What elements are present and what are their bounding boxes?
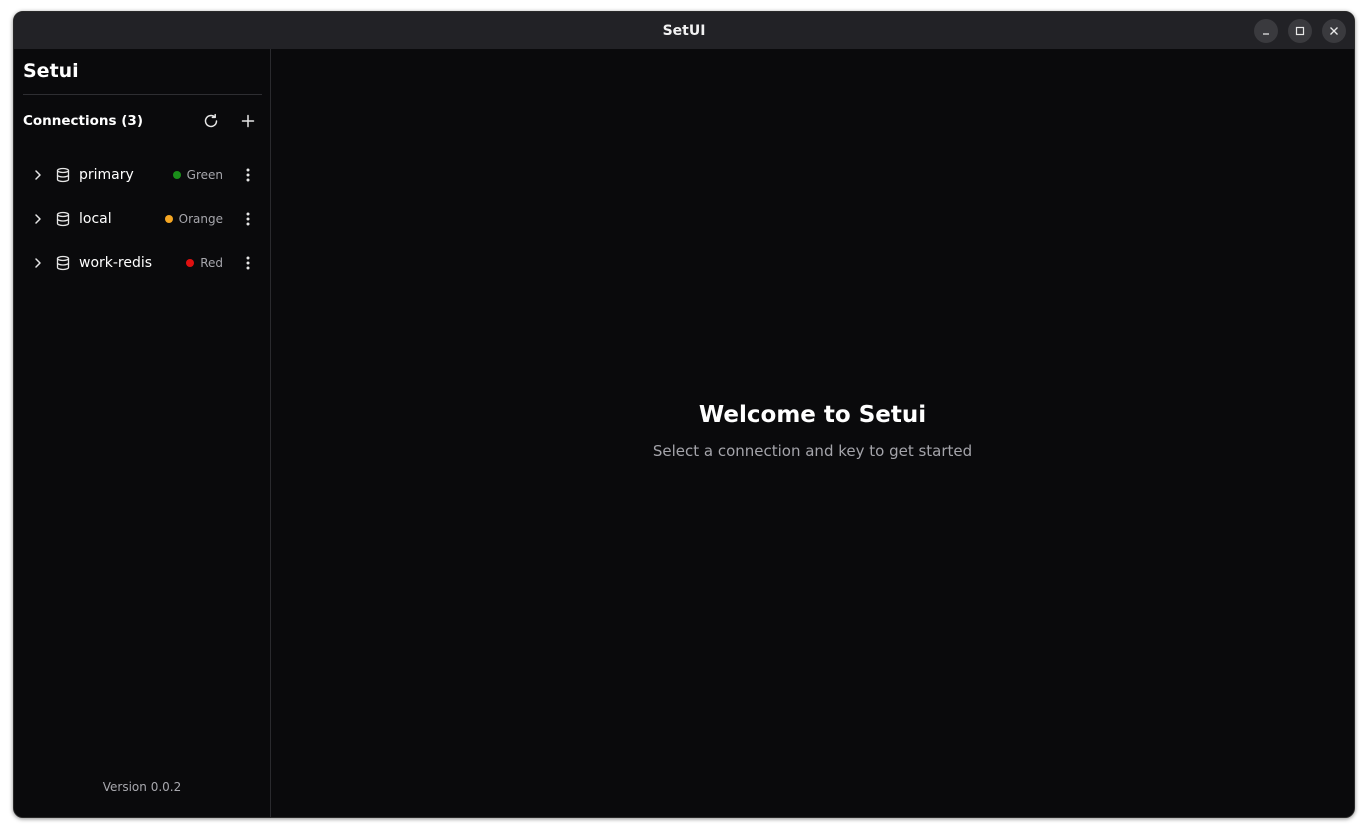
connection-item-local[interactable]: local Orange <box>23 197 262 241</box>
connection-color-tag: Orange <box>164 212 223 226</box>
minimize-button[interactable] <box>1254 19 1278 43</box>
connection-item-primary[interactable]: primary Green <box>23 153 262 197</box>
close-button[interactable] <box>1322 19 1346 43</box>
refresh-icon <box>204 113 218 128</box>
window-title: SetUI <box>662 22 706 39</box>
connection-tag-label: Green <box>186 168 223 182</box>
connection-name: primary <box>79 167 134 183</box>
sidebar-divider <box>23 94 262 95</box>
connections-label: Connections (3) <box>23 113 143 129</box>
status-dot <box>164 215 173 223</box>
more-vertical-icon <box>246 168 250 182</box>
connection-name: work-redis <box>79 255 153 271</box>
connection-color-tag: Red <box>186 256 223 270</box>
version-label: Version 0.0.2 <box>102 780 182 794</box>
chevron-right-icon[interactable] <box>32 213 44 225</box>
window-controls <box>1254 19 1346 43</box>
connection-list: primary Green local Orange work-redis Re… <box>23 153 262 285</box>
app-brand: Setui <box>23 60 79 82</box>
add-connection-button[interactable] <box>234 107 262 135</box>
plus-icon <box>241 114 255 128</box>
chevron-right-icon[interactable] <box>32 169 44 181</box>
title-bar[interactable]: SetUI <box>14 12 1354 50</box>
more-vertical-icon <box>246 212 250 226</box>
refresh-connections-button[interactable] <box>197 107 225 135</box>
minimize-icon <box>1263 33 1269 35</box>
main-panel: Welcome to Setui Select a connection and… <box>271 49 1354 817</box>
welcome-subtitle: Select a connection and key to get start… <box>652 442 973 460</box>
database-icon <box>55 255 71 271</box>
more-options-button[interactable] <box>239 251 257 275</box>
status-dot <box>172 171 181 179</box>
connection-name: local <box>79 211 112 227</box>
chevron-right-icon[interactable] <box>32 257 44 269</box>
maximize-icon <box>1295 26 1305 36</box>
connection-color-tag: Green <box>172 168 223 182</box>
more-options-button[interactable] <box>239 163 257 187</box>
connection-tag-label: Red <box>200 256 223 270</box>
more-vertical-icon <box>246 256 250 270</box>
close-icon <box>1330 27 1338 35</box>
more-options-button[interactable] <box>239 207 257 231</box>
welcome-message: Welcome to Setui Select a connection and… <box>271 402 1354 460</box>
sidebar: Setui Connections (3) primary Green loca… <box>14 49 271 817</box>
app-window: SetUI Setui Connections (3) primary Gree… <box>13 11 1355 818</box>
connection-item-work-redis[interactable]: work-redis Red <box>23 241 262 285</box>
welcome-title: Welcome to Setui <box>698 402 927 428</box>
connections-header: Connections (3) <box>23 107 262 135</box>
maximize-button[interactable] <box>1288 19 1312 43</box>
connection-tag-label: Orange <box>178 212 223 226</box>
database-icon <box>55 211 71 227</box>
database-icon <box>55 167 71 183</box>
status-dot <box>186 259 195 267</box>
